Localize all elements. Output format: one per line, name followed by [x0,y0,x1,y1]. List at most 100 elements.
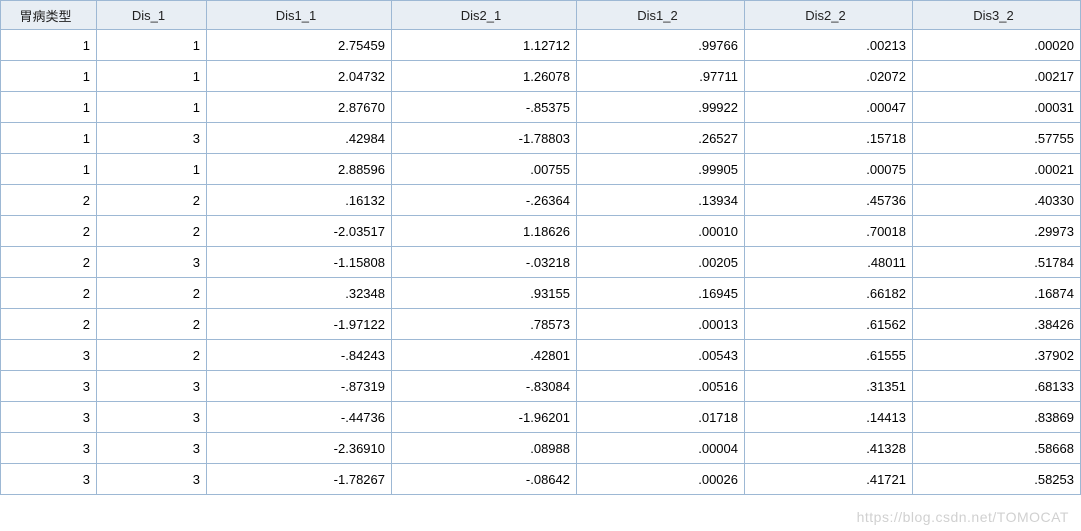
table-cell[interactable]: -.87319 [207,371,392,402]
table-cell[interactable]: 2 [1,185,97,216]
table-cell[interactable]: 2 [97,278,207,309]
table-cell[interactable]: .40330 [913,185,1081,216]
table-cell[interactable]: .58668 [913,433,1081,464]
table-cell[interactable]: 2 [1,278,97,309]
table-cell[interactable]: -1.97122 [207,309,392,340]
table-row[interactable]: 112.754591.12712.99766.00213.00020 [1,30,1081,61]
table-cell[interactable]: 1.18626 [392,216,577,247]
table-cell[interactable]: .08988 [392,433,577,464]
table-cell[interactable]: 3 [1,402,97,433]
table-cell[interactable]: 2.75459 [207,30,392,61]
table-cell[interactable]: .78573 [392,309,577,340]
col-header-4[interactable]: Dis1_2 [577,1,745,30]
col-header-0[interactable]: 胃病类型 [1,1,97,30]
table-cell[interactable]: .57755 [913,123,1081,154]
table-cell[interactable]: -.84243 [207,340,392,371]
table-cell[interactable]: .51784 [913,247,1081,278]
table-cell[interactable]: .15718 [745,123,913,154]
table-cell[interactable]: 1 [1,61,97,92]
table-row[interactable]: 23-1.15808-.03218.00205.48011.51784 [1,247,1081,278]
table-cell[interactable]: .00516 [577,371,745,402]
table-cell[interactable]: .42984 [207,123,392,154]
table-cell[interactable]: 1.26078 [392,61,577,92]
table-cell[interactable]: 3 [1,340,97,371]
table-row[interactable]: 22-2.035171.18626.00010.70018.29973 [1,216,1081,247]
table-row[interactable]: 33-2.36910.08988.00004.41328.58668 [1,433,1081,464]
table-cell[interactable]: 1 [1,154,97,185]
table-cell[interactable]: -.08642 [392,464,577,495]
table-cell[interactable]: .00075 [745,154,913,185]
table-cell[interactable]: .16874 [913,278,1081,309]
table-cell[interactable]: .00020 [913,30,1081,61]
table-cell[interactable]: 1 [97,30,207,61]
table-row[interactable]: 22.32348.93155.16945.66182.16874 [1,278,1081,309]
table-cell[interactable]: .26527 [577,123,745,154]
table-cell[interactable]: .00755 [392,154,577,185]
col-header-1[interactable]: Dis_1 [97,1,207,30]
table-cell[interactable]: 3 [97,247,207,278]
table-cell[interactable]: .00047 [745,92,913,123]
table-row[interactable]: 33-.87319-.83084.00516.31351.68133 [1,371,1081,402]
table-cell[interactable]: .00031 [913,92,1081,123]
table-cell[interactable]: 2.88596 [207,154,392,185]
table-cell[interactable]: 3 [1,464,97,495]
table-cell[interactable]: .02072 [745,61,913,92]
table-row[interactable]: 112.047321.26078.97711.02072.00217 [1,61,1081,92]
table-cell[interactable]: .83869 [913,402,1081,433]
table-cell[interactable]: .13934 [577,185,745,216]
table-cell[interactable]: -.26364 [392,185,577,216]
table-cell[interactable]: 2 [97,309,207,340]
table-cell[interactable]: .00010 [577,216,745,247]
table-cell[interactable]: 2 [1,309,97,340]
table-cell[interactable]: 2 [1,216,97,247]
table-cell[interactable]: .00013 [577,309,745,340]
table-cell[interactable]: 1 [97,61,207,92]
table-cell[interactable]: .29973 [913,216,1081,247]
table-cell[interactable]: 1 [1,92,97,123]
table-row[interactable]: 112.88596.00755.99905.00075.00021 [1,154,1081,185]
table-cell[interactable]: 3 [97,464,207,495]
table-cell[interactable]: .42801 [392,340,577,371]
table-cell[interactable]: .61555 [745,340,913,371]
table-cell[interactable]: 1 [97,92,207,123]
table-cell[interactable]: 3 [97,402,207,433]
table-cell[interactable]: .70018 [745,216,913,247]
table-cell[interactable]: -1.78267 [207,464,392,495]
table-cell[interactable]: .97711 [577,61,745,92]
table-row[interactable]: 22.16132-.26364.13934.45736.40330 [1,185,1081,216]
table-cell[interactable]: .45736 [745,185,913,216]
table-cell[interactable]: 3 [97,371,207,402]
table-cell[interactable]: .14413 [745,402,913,433]
table-cell[interactable]: .41721 [745,464,913,495]
col-header-3[interactable]: Dis2_1 [392,1,577,30]
table-cell[interactable]: -.83084 [392,371,577,402]
table-cell[interactable]: .16945 [577,278,745,309]
table-row[interactable]: 22-1.97122.78573.00013.61562.38426 [1,309,1081,340]
table-cell[interactable]: .00543 [577,340,745,371]
table-row[interactable]: 33-.44736-1.96201.01718.14413.83869 [1,402,1081,433]
table-cell[interactable]: -.85375 [392,92,577,123]
table-cell[interactable]: 3 [97,123,207,154]
table-cell[interactable]: 2 [1,247,97,278]
col-header-5[interactable]: Dis2_2 [745,1,913,30]
table-cell[interactable]: .00004 [577,433,745,464]
table-cell[interactable]: .32348 [207,278,392,309]
table-cell[interactable]: -2.03517 [207,216,392,247]
table-cell[interactable]: .48011 [745,247,913,278]
table-cell[interactable]: -1.15808 [207,247,392,278]
table-cell[interactable]: 1.12712 [392,30,577,61]
table-cell[interactable]: .66182 [745,278,913,309]
table-cell[interactable]: .41328 [745,433,913,464]
table-cell[interactable]: .99766 [577,30,745,61]
table-cell[interactable]: 2 [97,340,207,371]
table-cell[interactable]: 1 [97,154,207,185]
table-cell[interactable]: -.44736 [207,402,392,433]
table-cell[interactable]: 3 [97,433,207,464]
table-cell[interactable]: 2.87670 [207,92,392,123]
table-cell[interactable]: .93155 [392,278,577,309]
table-row[interactable]: 112.87670-.85375.99922.00047.00031 [1,92,1081,123]
table-row[interactable]: 13.42984-1.78803.26527.15718.57755 [1,123,1081,154]
table-cell[interactable]: .68133 [913,371,1081,402]
col-header-2[interactable]: Dis1_1 [207,1,392,30]
table-cell[interactable]: -2.36910 [207,433,392,464]
